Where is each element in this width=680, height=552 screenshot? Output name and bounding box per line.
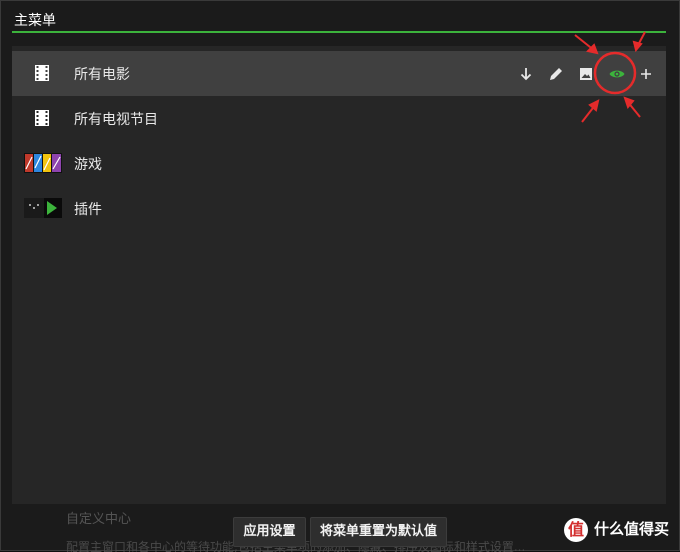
menu-title-bar: 主菜单 [12, 5, 666, 33]
menu-title: 主菜单 [14, 13, 56, 29]
watermark-text: 什么值得买 [593, 520, 669, 538]
reset-menu-button[interactable]: 将菜单重置为默认值 [310, 517, 447, 547]
menu-items-panel: 所有电影 所有电视节目 游戏 插件 [12, 46, 666, 504]
dialog-frame: 主菜单 自定义中心 配置主窗口和各中心的等待功能,包括主菜单项的添加、隐藏、排序… [0, 0, 680, 552]
menu-item-all-movies[interactable]: 所有电影 [12, 51, 666, 96]
apply-settings-button[interactable]: 应用设置 [233, 517, 306, 547]
menu-item-label: 游戏 [74, 157, 102, 173]
watermark-badge: 值 [563, 517, 588, 542]
move-down-icon[interactable] [517, 65, 535, 83]
film-strip-icon [23, 61, 63, 85]
edit-pencil-icon[interactable] [547, 65, 565, 83]
games-thumbnail-icon [23, 151, 63, 175]
menu-item-games[interactable]: 游戏 [12, 141, 666, 186]
menu-item-all-tv-shows[interactable]: 所有电视节目 [12, 96, 666, 141]
menu-item-label: 所有电影 [74, 67, 130, 83]
addons-thumbnail-icon [23, 196, 63, 220]
visibility-eye-icon[interactable] [608, 65, 626, 83]
image-icon[interactable] [577, 65, 595, 83]
watermark: 值什么值得买 [563, 516, 669, 542]
menu-item-addons[interactable]: 插件 [12, 186, 666, 231]
add-plus-icon[interactable] [637, 65, 655, 83]
menu-item-label: 插件 [74, 202, 102, 218]
menu-item-label: 所有电视节目 [74, 112, 158, 128]
film-strip-icon [23, 106, 63, 130]
background-section-title: 自定义中心 [66, 512, 132, 527]
